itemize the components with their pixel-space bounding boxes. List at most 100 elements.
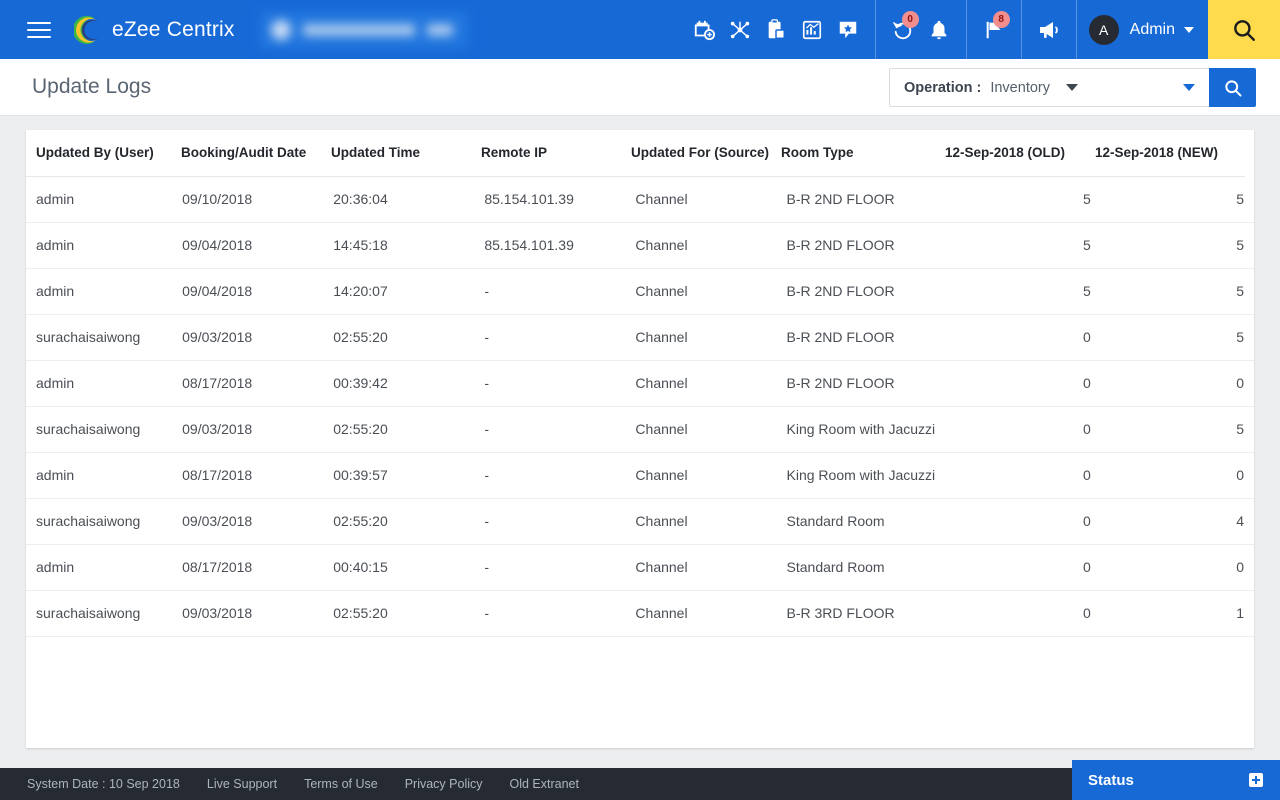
table-header-row: Updated By (User) Booking/Audit Date Upd… [26, 130, 1245, 177]
cell-old-value: 5 [951, 268, 1103, 315]
logs-table-body: admin 09/10/2018 20:36:04 85.154.101.39 Chan… [26, 177, 1254, 729]
cell-updated-for: Channel [635, 360, 787, 407]
table-row[interactable]: admin 08/17/2018 00:39:42- Channel B-R 2ND F… [26, 360, 1254, 407]
footer-terms-of-use[interactable]: Terms of Use [304, 777, 378, 791]
cell-room-type: B-R 2ND FLOOR [786, 360, 952, 407]
cell-booking-date: 09/03/2018 [182, 314, 334, 361]
hamburger-bar [27, 28, 51, 31]
cell-remote-ip: - [484, 406, 636, 453]
chevron-down-icon-blue[interactable] [1183, 84, 1195, 91]
table-row[interactable]: admin 09/10/2018 20:36:04 85.154.101.39 Chan… [26, 177, 1254, 223]
hamburger-bar [27, 35, 51, 38]
star-message-icon[interactable] [830, 0, 866, 59]
cell-booking-date: 09/04/2018 [182, 268, 334, 315]
table-row[interactable]: surachaisaiwong 09/03/2018 02:55:20- Channe… [26, 314, 1254, 361]
cell-booking-date: 08/17/2018 [182, 452, 334, 499]
cell-room-type: Standard Room [786, 498, 952, 545]
table-empty-space [26, 636, 1254, 729]
cell-updated-by: admin [26, 268, 183, 315]
hamburger-bar [27, 21, 51, 24]
chart-report-icon[interactable] [794, 0, 830, 59]
cell-updated-by: surachaisaiwong [26, 406, 183, 453]
footer-old-extranet[interactable]: Old Extranet [510, 777, 579, 791]
cell-booking-date: 09/03/2018 [182, 590, 334, 637]
history-badge: 0 [901, 11, 919, 28]
table-row[interactable]: admin 09/04/2018 14:45:18 85.154.101.39 Chan… [26, 222, 1254, 269]
cell-old-value: 0 [951, 452, 1103, 499]
ezee-crescent-logo-icon [72, 15, 104, 45]
table-scroll-area[interactable]: admin 09/10/2018 20:36:04 85.154.101.39 Chan… [26, 177, 1254, 729]
footer-privacy-policy[interactable]: Privacy Policy [405, 777, 483, 791]
column-header-new-value[interactable]: 12-Sep-2018 (NEW) [1095, 130, 1245, 177]
global-search-button[interactable] [1208, 0, 1280, 59]
page-title: Update Logs [32, 75, 152, 98]
cell-remote-ip: - [484, 268, 636, 315]
table-header-wrapper: Updated By (User) Booking/Audit Date Upd… [26, 130, 1254, 177]
column-header-booking-date[interactable]: Booking/Audit Date [181, 130, 331, 177]
clipboard-icon[interactable] [758, 0, 794, 59]
network-share-icon[interactable] [722, 0, 758, 59]
column-header-remote-ip[interactable]: Remote IP [481, 130, 631, 177]
cell-updated-time: 02:55:20 [333, 498, 485, 545]
cell-booking-date: 08/17/2018 [182, 360, 334, 407]
cell-new-value: 5 [1102, 406, 1254, 453]
property-tag-redacted [426, 23, 453, 36]
cell-updated-for: Channel [635, 452, 787, 499]
bell-icon[interactable] [921, 0, 957, 59]
cell-room-type: King Room with Jacuzzi [786, 406, 952, 453]
avatar: A [1088, 14, 1119, 45]
cell-updated-by: admin [26, 222, 183, 269]
property-name-redacted [302, 23, 415, 36]
brand-logo[interactable]: eZee Centrix [72, 15, 235, 45]
cell-old-value: 5 [951, 222, 1103, 269]
cell-remote-ip: 85.154.101.39 [484, 222, 636, 269]
column-header-updated-by[interactable]: Updated By (User) [26, 130, 181, 177]
chevron-down-icon[interactable] [1066, 84, 1078, 91]
cell-old-value: 0 [951, 406, 1103, 453]
cell-new-value: 5 [1102, 268, 1254, 315]
status-panel-toggle[interactable]: Status [1072, 760, 1280, 800]
column-header-old-value[interactable]: 12-Sep-2018 (OLD) [945, 130, 1095, 177]
announcement-icon-group [1022, 0, 1076, 59]
cell-new-value: 5 [1102, 314, 1254, 361]
hamburger-menu-icon[interactable] [19, 10, 59, 50]
main-content: Updated By (User) Booking/Audit Date Upd… [0, 116, 1280, 768]
table-row[interactable]: admin 08/17/2018 00:39:57- Channel King Room… [26, 452, 1254, 499]
table-row[interactable]: surachaisaiwong 09/03/2018 02:55:20- Channe… [26, 406, 1254, 453]
plus-box-icon[interactable] [1249, 773, 1263, 787]
cell-booking-date: 09/03/2018 [182, 498, 334, 545]
cell-updated-time: 02:55:20 [333, 314, 485, 361]
cell-remote-ip: - [484, 544, 636, 591]
brand-name: eZee Centrix [112, 17, 235, 41]
column-header-room-type[interactable]: Room Type [781, 130, 945, 177]
table-row[interactable]: admin 09/04/2018 14:20:07- Channel B-R 2ND F… [26, 268, 1254, 315]
cell-remote-ip: - [484, 360, 636, 407]
flag-icon[interactable]: 8 [976, 0, 1012, 59]
update-logs-card: Updated By (User) Booking/Audit Date Upd… [26, 130, 1254, 748]
footer-live-support[interactable]: Live Support [207, 777, 277, 791]
cell-old-value: 0 [951, 498, 1103, 545]
cell-new-value: 5 [1102, 222, 1254, 269]
cell-updated-for: Channel [635, 406, 787, 453]
cell-updated-for: Channel [635, 498, 787, 545]
cell-old-value: 0 [951, 360, 1103, 407]
cell-room-type: B-R 2ND FLOOR [786, 222, 952, 269]
filter-search-button[interactable] [1209, 68, 1256, 107]
column-header-updated-time[interactable]: Updated Time [331, 130, 481, 177]
cell-updated-for: Channel [635, 590, 787, 637]
cell-updated-for: Channel [635, 177, 787, 223]
quick-action-icon-group [677, 0, 875, 59]
cell-room-type: Standard Room [786, 544, 952, 591]
property-selector-redacted[interactable] [258, 10, 469, 49]
operation-label: Operation : [904, 79, 982, 96]
table-row[interactable]: admin 08/17/2018 00:40:15- Channel Standard … [26, 544, 1254, 591]
operation-select[interactable]: Operation : Inventory [889, 68, 1209, 107]
calendar-add-icon[interactable] [686, 0, 722, 59]
table-row[interactable]: surachaisaiwong 09/03/2018 02:55:20- Channe… [26, 590, 1254, 637]
cell-remote-ip: 85.154.101.39 [484, 177, 636, 223]
table-row[interactable]: surachaisaiwong 09/03/2018 02:55:20- Channe… [26, 498, 1254, 545]
user-menu[interactable]: A Admin [1077, 0, 1208, 59]
megaphone-icon[interactable] [1031, 0, 1067, 59]
history-restore-icon[interactable]: 0 [885, 0, 921, 59]
column-header-updated-for[interactable]: Updated For (Source) [631, 130, 781, 177]
